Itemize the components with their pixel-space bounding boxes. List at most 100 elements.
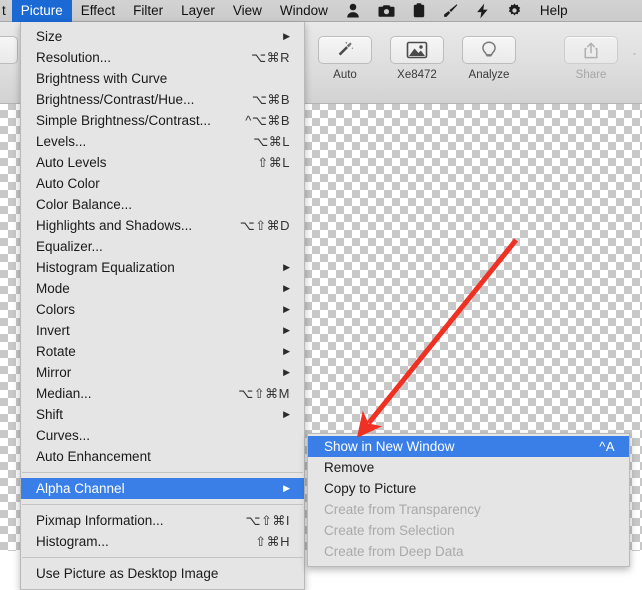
picture-menu-item-label: Auto Color bbox=[36, 176, 100, 191]
picture-menu-item[interactable]: Histogram... ⇧⌘H bbox=[21, 531, 304, 552]
picture-menu-item[interactable]: Resolution... ⌥⌘R bbox=[21, 47, 304, 68]
menubar-item-view[interactable]: View bbox=[224, 0, 271, 22]
picture-menu-item[interactable]: Auto Color bbox=[21, 173, 304, 194]
magic-wand-icon bbox=[318, 36, 372, 64]
picture-menu-item-label: Histogram Equalization bbox=[36, 260, 175, 275]
picture-menu-item[interactable]: Colors ▶ bbox=[21, 299, 304, 320]
picture-menu-item[interactable]: Auto Enhancement bbox=[21, 446, 304, 467]
picture-menu-separator bbox=[22, 472, 303, 473]
toolbar-button-xe8472[interactable]: Xe8472 bbox=[390, 36, 444, 81]
menubar-item-help[interactable]: Help bbox=[531, 0, 577, 22]
picture-menu-item[interactable]: Color Balance... bbox=[21, 194, 304, 215]
picture-menu-item[interactable]: Histogram Equalization ▶ bbox=[21, 257, 304, 278]
share-icon bbox=[564, 36, 618, 64]
picture-menu-item[interactable]: Equalizer... bbox=[21, 236, 304, 257]
chevron-right-icon: ▶ bbox=[283, 304, 290, 314]
menubar-item-truncated[interactable]: t bbox=[0, 0, 12, 22]
picture-menu-item[interactable]: Brightness with Curve bbox=[21, 68, 304, 89]
picture-menu-item-label: Brightness/Contrast/Hue... bbox=[36, 92, 195, 107]
alpha-submenu-item: Create from Selection bbox=[308, 520, 629, 541]
toolbar-button-clipped[interactable] bbox=[0, 36, 18, 64]
picture-menu-item-label: Size bbox=[36, 29, 63, 44]
alpha-submenu-item-label: Show in New Window bbox=[324, 439, 455, 454]
chevron-right-icon: ▶ bbox=[283, 262, 290, 272]
clipboard-icon[interactable] bbox=[404, 0, 434, 22]
chevron-right-icon: ▶ bbox=[283, 325, 290, 335]
toolbar-label-auto: Auto bbox=[333, 69, 357, 81]
chevron-right-icon: ▶ bbox=[283, 483, 290, 493]
toolbar-button-share[interactable]: Share bbox=[564, 36, 618, 81]
picture-menu-item[interactable]: Auto Levels ⇧⌘L bbox=[21, 152, 304, 173]
menu-bar: t Picture Effect Filter Layer View Windo… bbox=[0, 0, 642, 22]
alpha-submenu-item[interactable]: Remove bbox=[308, 457, 629, 478]
picture-menu-item-shortcut: ^⌥⌘B bbox=[245, 113, 290, 128]
picture-menu-item[interactable]: Use Picture as Desktop Image bbox=[21, 563, 304, 584]
picture-menu-item-label: Mirror bbox=[36, 365, 72, 380]
picture-menu-item[interactable]: Mirror ▶ bbox=[21, 362, 304, 383]
picture-menu-item[interactable]: Alpha Channel ▶ bbox=[21, 478, 304, 499]
menubar-item-filter[interactable]: Filter bbox=[124, 0, 172, 22]
toolbar-label-share: Share bbox=[575, 69, 607, 81]
picture-menu-item-label: Use Picture as Desktop Image bbox=[36, 566, 219, 581]
picture-menu-item-shortcut: ⌥⇧⌘M bbox=[238, 386, 290, 401]
picture-menu-item-label: Highlights and Shadows... bbox=[36, 218, 193, 233]
picture-menu-item[interactable]: Size ▶ bbox=[21, 26, 304, 47]
chevron-right-icon: ▶ bbox=[283, 31, 290, 41]
toolbar-button-auto[interactable]: Auto bbox=[318, 36, 372, 81]
lightning-icon[interactable] bbox=[467, 0, 498, 22]
picture-menu-item[interactable]: Curves... bbox=[21, 425, 304, 446]
picture-menu-item-label: Levels... bbox=[36, 134, 87, 149]
picture-menu-item-label: Histogram... bbox=[36, 534, 109, 549]
menubar-item-picture[interactable]: Picture bbox=[11, 0, 72, 22]
picture-menu-item-label: Mode bbox=[36, 281, 70, 296]
picture-menu-item[interactable]: Levels... ⌥⌘L bbox=[21, 131, 304, 152]
camera-icon[interactable] bbox=[369, 0, 404, 22]
picture-menu-item-shortcut: ⌥⌘L bbox=[253, 134, 290, 149]
toolbar-button-analyze[interactable]: Analyze bbox=[462, 36, 516, 81]
alpha-submenu-item-label: Copy to Picture bbox=[324, 481, 417, 496]
picture-menu-item-label: Auto Levels bbox=[36, 155, 107, 170]
picture-menu-separator bbox=[22, 557, 303, 558]
alpha-submenu-item[interactable]: Show in New Window ^A bbox=[308, 436, 629, 457]
picture-menu-item-label: Resolution... bbox=[36, 50, 112, 65]
picture-menu-item-label: Simple Brightness/Contrast... bbox=[36, 113, 211, 128]
menubar-item-layer[interactable]: Layer bbox=[172, 0, 224, 22]
menubar-item-effect[interactable]: Effect bbox=[72, 0, 124, 22]
chevron-right-icon: ▶ bbox=[283, 367, 290, 377]
picture-menu-item[interactable]: Rotate ▶ bbox=[21, 341, 304, 362]
person-icon[interactable] bbox=[337, 0, 369, 22]
picture-menu-item[interactable]: Median... ⌥⇧⌘M bbox=[21, 383, 304, 404]
picture-menu-item[interactable]: Highlights and Shadows... ⌥⇧⌘D bbox=[21, 215, 304, 236]
picture-menu-item-shortcut: ⌥⇧⌘I bbox=[245, 513, 290, 528]
picture-menu-item[interactable]: Brightness/Contrast/Hue... ⌥⌘B bbox=[21, 89, 304, 110]
picture-menu-item-shortcut: ⇧⌘H bbox=[255, 534, 290, 549]
gear-icon[interactable] bbox=[498, 0, 531, 22]
chevron-right-icon: ▶ bbox=[283, 409, 290, 419]
picture-menu-item-label: Auto Enhancement bbox=[36, 449, 151, 464]
alpha-submenu-item[interactable]: Copy to Picture bbox=[308, 478, 629, 499]
picture-menu-item-label: Curves... bbox=[36, 428, 91, 443]
alpha-submenu-item: Create from Transparency bbox=[308, 499, 629, 520]
picture-menu-item-shortcut: ⌥⌘B bbox=[251, 92, 290, 107]
picture-menu-item[interactable]: Pixmap Information... ⌥⇧⌘I bbox=[21, 510, 304, 531]
picture-menu-item[interactable]: Mode ▶ bbox=[21, 278, 304, 299]
picture-menu-item-label: Alpha Channel bbox=[36, 481, 125, 496]
picture-menu-item[interactable]: Invert ▶ bbox=[21, 320, 304, 341]
picture-menu-item-label: Invert bbox=[36, 323, 70, 338]
chevron-right-icon: ▶ bbox=[283, 346, 290, 356]
picture-menu-separator bbox=[22, 504, 303, 505]
picture-menu-item[interactable]: Simple Brightness/Contrast... ^⌥⌘B bbox=[21, 110, 304, 131]
alpha-submenu-item-shortcut: ^A bbox=[599, 439, 615, 454]
picture-dropdown-menu: Size ▶ Resolution... ⌥⌘R Brightness with Cur… bbox=[20, 22, 305, 590]
picture-menu-item[interactable]: Shift ▶ bbox=[21, 404, 304, 425]
alpha-submenu-item: Create from Deep Data bbox=[308, 541, 629, 562]
paintbrush-icon[interactable] bbox=[434, 0, 467, 22]
picture-menu-item-label: Color Balance... bbox=[36, 197, 133, 212]
alpha-submenu-item-label: Remove bbox=[324, 460, 375, 475]
menubar-item-window[interactable]: Window bbox=[271, 0, 337, 22]
picture-menu-item-label: Shift bbox=[36, 407, 64, 422]
toolbar-overflow-chevron-icon[interactable]: ˇ bbox=[633, 52, 636, 62]
alpha-submenu-item-label: Create from Deep Data bbox=[324, 544, 464, 559]
picture-menu-item-label: Rotate bbox=[36, 344, 76, 359]
chevron-right-icon: ▶ bbox=[283, 283, 290, 293]
